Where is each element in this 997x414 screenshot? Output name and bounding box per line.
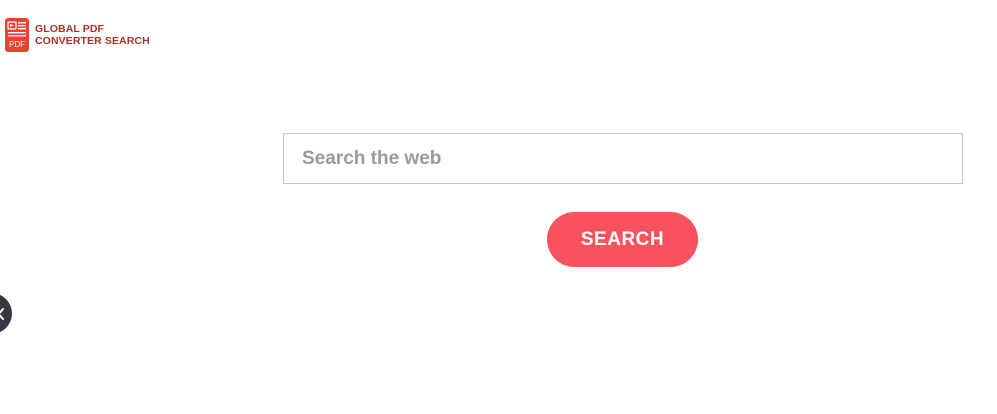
brand-logo[interactable]: PDF GLOBAL PDF CONVERTER SEARCH — [4, 17, 150, 53]
chevron-left-icon — [0, 307, 4, 320]
brand-name-line2: CONVERTER SEARCH — [35, 35, 150, 47]
search-input[interactable] — [284, 134, 962, 183]
page: PDF GLOBAL PDF CONVERTER SEARCH SEARCH — [0, 0, 997, 414]
brand-name-line1: GLOBAL PDF — [35, 23, 105, 35]
search-field[interactable] — [283, 133, 963, 184]
search-button[interactable]: SEARCH — [547, 212, 698, 267]
brand-name: GLOBAL PDF CONVERTER SEARCH — [35, 23, 150, 47]
side-panel-toggle[interactable] — [0, 293, 12, 334]
pdf-file-icon: PDF — [5, 18, 29, 52]
pdf-icon-label: PDF — [9, 40, 25, 49]
